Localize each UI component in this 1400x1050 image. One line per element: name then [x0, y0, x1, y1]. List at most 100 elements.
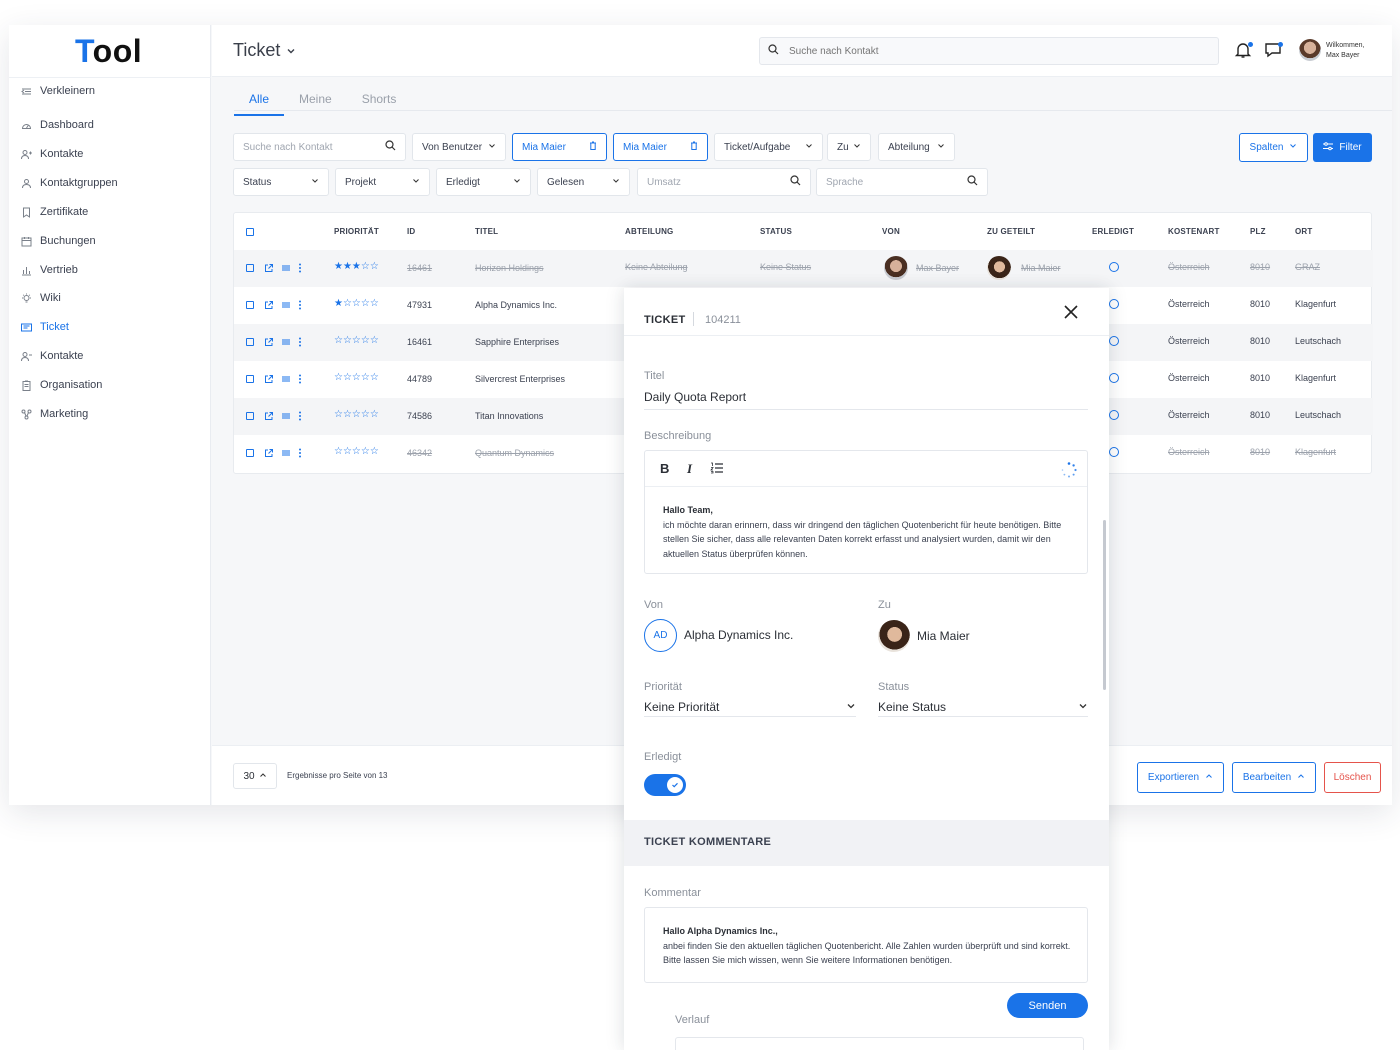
projekt-select[interactable]: Projekt — [335, 168, 430, 196]
more-vertical-icon[interactable] — [298, 373, 302, 387]
external-link-icon[interactable] — [264, 410, 274, 424]
row-checkbox[interactable] — [246, 449, 254, 457]
done-status-icon[interactable] — [1109, 262, 1119, 272]
filter-chip-mia-maier-1[interactable]: Mia Maier — [512, 133, 607, 161]
notification-bell-icon[interactable] — [1234, 41, 1254, 61]
description-editor[interactable]: B I Hallo Team, ich möchte daran erinner… — [644, 450, 1088, 574]
page-size-select[interactable]: 30 — [233, 763, 277, 789]
contact-search-filter[interactable]: Suche nach Kontakt — [233, 133, 406, 161]
col-header-titel[interactable]: TITEL — [475, 227, 498, 236]
trash-icon[interactable] — [690, 141, 698, 153]
comment-textarea[interactable]: Hallo Alpha Dynamics Inc., anbei finden … — [644, 907, 1088, 983]
tab-alle[interactable]: Alle — [234, 87, 285, 116]
done-status-icon[interactable] — [1109, 373, 1119, 383]
status-select[interactable]: Keine Status — [878, 698, 1088, 717]
more-vertical-icon[interactable] — [298, 410, 302, 424]
external-link-icon[interactable] — [264, 373, 274, 387]
row-checkbox[interactable] — [246, 412, 254, 420]
gelesen-select[interactable]: Gelesen — [537, 168, 630, 196]
done-status-icon[interactable] — [1109, 410, 1119, 420]
bold-icon[interactable]: B — [660, 461, 669, 476]
sidebar-item-buchungen[interactable]: Buchungen — [21, 230, 96, 252]
sidebar-item-ticket[interactable]: Ticket — [21, 316, 69, 338]
export-button[interactable]: Exportieren — [1137, 762, 1224, 793]
status-select[interactable]: Status — [233, 168, 329, 196]
priority-stars[interactable]: ☆☆☆☆☆ — [334, 446, 379, 457]
sidebar-item-verkleinern[interactable]: Verkleinern — [21, 80, 95, 102]
priority-stars[interactable]: ★☆☆☆☆ — [334, 298, 379, 309]
more-vertical-icon[interactable] — [298, 447, 302, 461]
italic-icon[interactable]: I — [687, 461, 692, 477]
priority-stars[interactable]: ☆☆☆☆☆ — [334, 409, 379, 420]
delete-button[interactable]: Löschen — [1324, 762, 1381, 793]
external-link-icon[interactable] — [264, 262, 274, 276]
sidebar-item-marketing[interactable]: Marketing — [21, 403, 88, 425]
col-header-kostenart[interactable]: KOSTENART — [1168, 227, 1220, 236]
external-link-icon[interactable] — [264, 299, 274, 313]
header-search-input[interactable] — [789, 45, 1189, 57]
trash-icon[interactable] — [589, 141, 597, 153]
col-header-erledigt[interactable]: ERLEDIGT — [1092, 227, 1134, 236]
more-vertical-icon[interactable] — [298, 336, 302, 350]
col-header-plz[interactable]: PLZ — [1250, 227, 1266, 236]
umsatz-search[interactable]: Umsatz — [637, 168, 811, 196]
zu-select[interactable]: Zu — [827, 133, 871, 161]
ticket-aufgabe-select[interactable]: Ticket/Aufgabe — [714, 133, 823, 161]
done-status-icon[interactable] — [1109, 447, 1119, 457]
menu-lines-icon[interactable] — [281, 262, 291, 276]
priority-stars[interactable]: ☆☆☆☆☆ — [334, 335, 379, 346]
panel-scrollbar[interactable] — [1103, 520, 1106, 690]
row-checkbox[interactable] — [246, 338, 254, 346]
prioritaet-select[interactable]: Keine Priorität — [644, 698, 856, 717]
row-checkbox[interactable] — [246, 264, 254, 272]
col-header-id[interactable]: ID — [407, 227, 415, 236]
select-all-checkbox[interactable] — [246, 228, 254, 236]
menu-lines-icon[interactable] — [281, 373, 291, 387]
sidebar-item-kontakte[interactable]: Kontakte — [21, 143, 83, 165]
menu-lines-icon[interactable] — [281, 447, 291, 461]
von-benutzer-select[interactable]: Von Benutzer — [412, 133, 506, 161]
col-header-abteilung[interactable]: ABTEILUNG — [625, 227, 673, 236]
sidebar-item-kontaktgruppen[interactable]: Kontaktgruppen — [21, 172, 118, 194]
tab-shorts[interactable]: Shorts — [347, 87, 412, 116]
user-avatar[interactable] — [1299, 39, 1321, 61]
row-checkbox[interactable] — [246, 375, 254, 383]
menu-lines-icon[interactable] — [281, 410, 291, 424]
sidebar-item-vertrieb[interactable]: Vertrieb — [21, 259, 78, 281]
sidebar-item-organisation[interactable]: Organisation — [21, 374, 102, 396]
zu-name[interactable]: Mia Maier — [917, 629, 970, 643]
external-link-icon[interactable] — [264, 447, 274, 461]
spalten-button[interactable]: Spalten — [1239, 133, 1308, 162]
erledigt-select[interactable]: Erledigt — [436, 168, 531, 196]
tab-meine[interactable]: Meine — [284, 87, 347, 116]
menu-lines-icon[interactable] — [281, 336, 291, 350]
page-title-dropdown[interactable]: Ticket — [233, 40, 296, 61]
col-header-zu-geteilt[interactable]: ZU GETEILT — [987, 227, 1035, 236]
priority-stars[interactable]: ☆☆☆☆☆ — [334, 372, 379, 383]
send-button[interactable]: Senden — [1007, 993, 1088, 1018]
col-header-prioritaet[interactable]: PRIORITÄT — [334, 227, 379, 236]
user-welcome[interactable]: Wilkommen, Max Bayer — [1326, 41, 1365, 61]
abteilung-select[interactable]: Abteilung — [878, 133, 955, 161]
filter-chip-mia-maier-2[interactable]: Mia Maier — [613, 133, 708, 161]
numbered-list-icon[interactable] — [710, 462, 723, 477]
titel-input[interactable]: Daily Quota Report — [644, 390, 746, 404]
sidebar-item-kontakte-2[interactable]: Kontakte — [21, 345, 83, 367]
chat-icon[interactable] — [1264, 41, 1284, 61]
done-status-icon[interactable] — [1109, 299, 1119, 309]
table-row[interactable]: ★★★☆☆ 16461 Horizon Holdings Keine Abteilun… — [234, 250, 1373, 287]
menu-lines-icon[interactable] — [281, 299, 291, 313]
erledigt-toggle[interactable] — [644, 774, 686, 796]
edit-button[interactable]: Bearbeiten — [1232, 762, 1316, 793]
von-name[interactable]: Alpha Dynamics Inc. — [684, 628, 793, 642]
sprache-search[interactable]: Sprache — [816, 168, 988, 196]
close-icon[interactable] — [1064, 305, 1078, 322]
row-checkbox[interactable] — [246, 301, 254, 309]
more-vertical-icon[interactable] — [298, 262, 302, 276]
col-header-ort[interactable]: ORT — [1295, 227, 1313, 236]
filter-button[interactable]: Filter — [1313, 133, 1372, 162]
sidebar-item-dashboard[interactable]: Dashboard — [21, 114, 94, 136]
done-status-icon[interactable] — [1109, 336, 1119, 346]
priority-stars[interactable]: ★★★☆☆ — [334, 261, 379, 272]
more-vertical-icon[interactable] — [298, 299, 302, 313]
